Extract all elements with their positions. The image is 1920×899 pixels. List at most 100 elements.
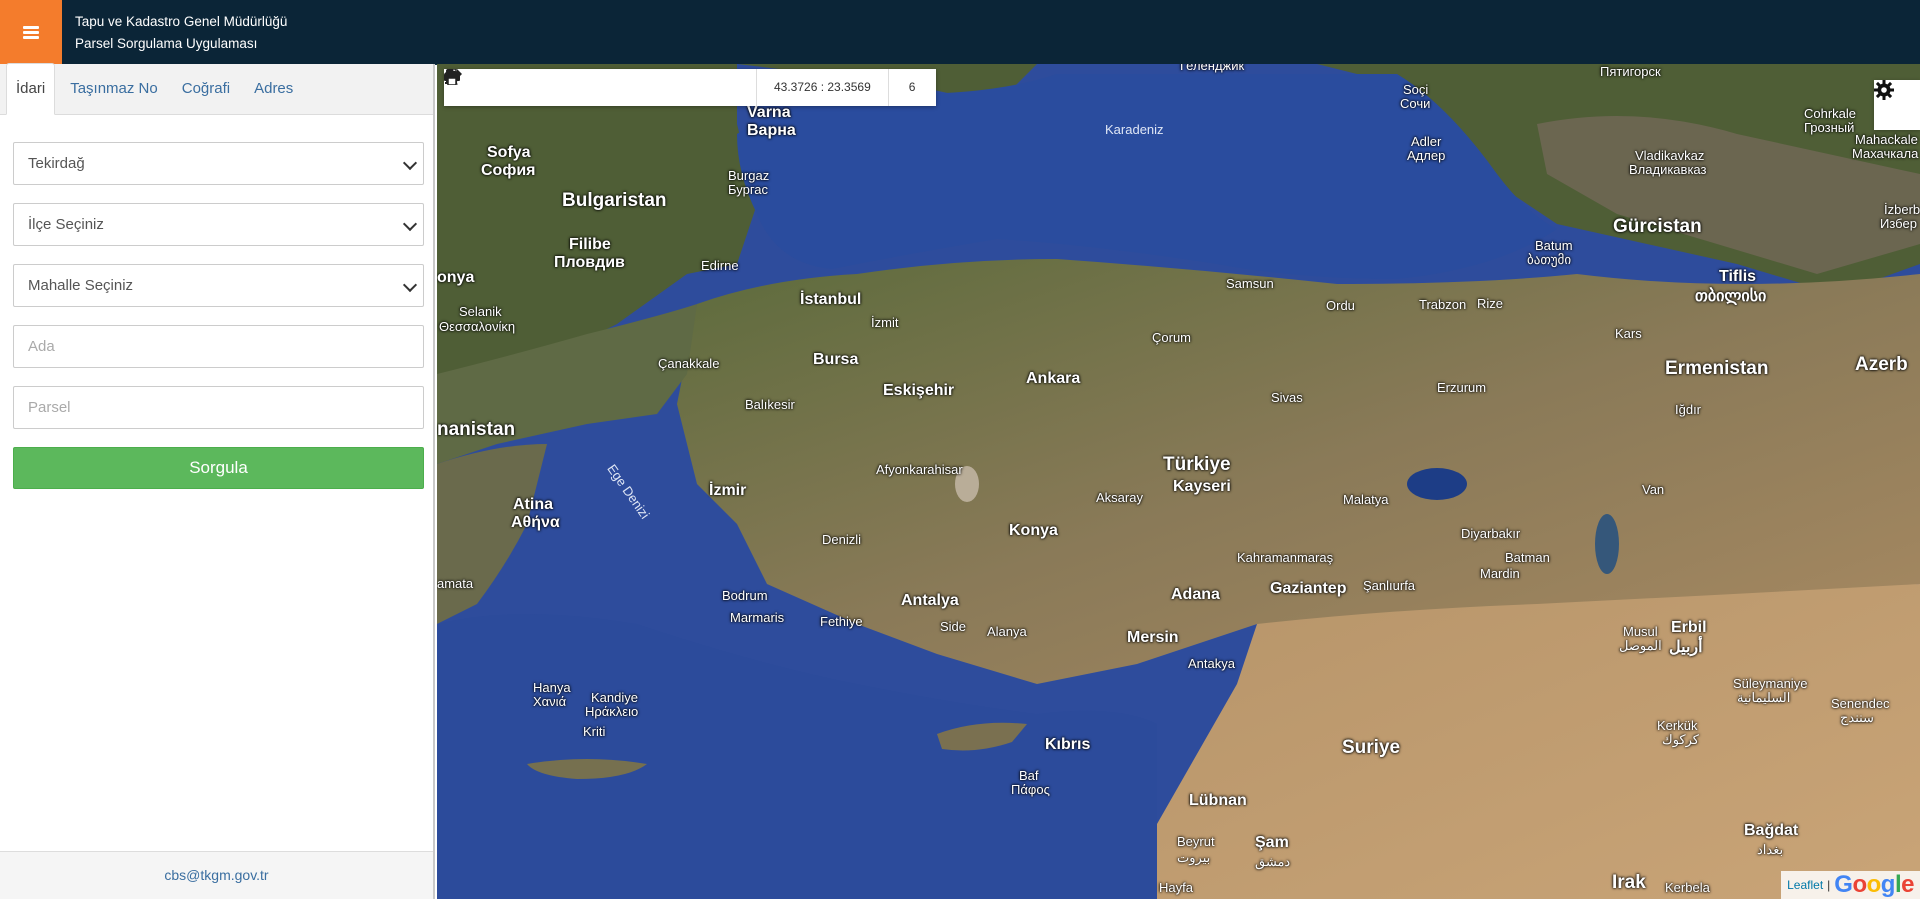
map-label-karadeniz: Karadeniz bbox=[1105, 122, 1164, 137]
map-label-mahackale-cyr: Махачкала bbox=[1852, 146, 1919, 161]
map-label-kerkuk-ar: كركوك bbox=[1662, 732, 1699, 747]
map-attribution: Leaflet | Google bbox=[1781, 871, 1920, 899]
parsel-input[interactable]: Parsel bbox=[13, 386, 424, 429]
print-icon bbox=[444, 69, 460, 85]
measure-button[interactable] bbox=[444, 69, 717, 106]
map-label-istanbul: İstanbul bbox=[800, 291, 862, 308]
map-label-eskisehir: Eskişehir bbox=[883, 382, 955, 399]
map-label-burgaz: Burgaz bbox=[728, 168, 770, 183]
map-label-filibe: Filibe bbox=[569, 236, 611, 253]
map-label-ordu: Ordu bbox=[1326, 298, 1355, 313]
settings-button[interactable] bbox=[1874, 80, 1920, 130]
map-label-beyrut-ar: بيروت bbox=[1177, 850, 1211, 865]
map-label-soci-cyr: Сочи bbox=[1400, 96, 1431, 111]
tab-idari[interactable]: İdari bbox=[6, 63, 56, 115]
map-label-antakya: Antakya bbox=[1188, 656, 1235, 671]
tab-adres[interactable]: Adres bbox=[245, 64, 302, 114]
map-label-azerb: Azerb bbox=[1855, 354, 1908, 375]
query-form: Tekirdağ İlçe Seçiniz Mahalle Seçiniz Ad… bbox=[13, 142, 424, 489]
map-label-kibris: Kıbrıs bbox=[1045, 736, 1091, 753]
map-label-ermenistan: Ermenistan bbox=[1665, 358, 1769, 379]
ada-input[interactable]: Ada bbox=[13, 325, 424, 368]
sidebar: İdari Taşınmaz No Coğrafi Adres Tekirdağ… bbox=[0, 63, 435, 899]
map-label-rize: Rize bbox=[1477, 296, 1504, 311]
map-label-bulgaristan: Bulgaristan bbox=[562, 190, 667, 211]
map-label-aksaray: Aksaray bbox=[1096, 490, 1143, 505]
map-label-konya: Konya bbox=[1009, 522, 1058, 539]
locate-button[interactable] bbox=[444, 69, 600, 106]
sorgula-button[interactable]: Sorgula bbox=[13, 447, 424, 489]
app-title: Tapu ve Kadastro Genel Müdürlüğü Parsel … bbox=[75, 11, 287, 55]
map-label-marmaris: Marmaris bbox=[730, 610, 785, 625]
refresh-button[interactable] bbox=[445, 69, 561, 106]
map-label-diyarbakir: Diyarbakır bbox=[1461, 526, 1521, 541]
map-label-kars: Kars bbox=[1615, 326, 1642, 341]
map-label-vladikavkaz-cyr: Владикавказ bbox=[1629, 162, 1707, 177]
coordinate-readout: 43.3726 : 23.3569 bbox=[756, 69, 889, 106]
map-label-sofya: Sofya bbox=[487, 144, 531, 161]
parsel-placeholder: Parsel bbox=[28, 399, 71, 416]
map-label-canakkale: Çanakkale bbox=[658, 356, 720, 371]
tab-tasinmaz-no[interactable]: Taşınmaz No bbox=[61, 64, 167, 114]
tab-cografi[interactable]: Coğrafi bbox=[173, 64, 239, 114]
map-label-adana: Adana bbox=[1171, 586, 1220, 603]
map-label-corum: Çorum bbox=[1152, 330, 1192, 345]
favorite-button[interactable] bbox=[444, 69, 678, 106]
contact-email-link[interactable]: cbs@tkgm.gov.tr bbox=[164, 867, 268, 883]
map-label-baf-gr: Πάφος bbox=[1011, 782, 1050, 797]
map-label-cohrkale: Cohrkale bbox=[1804, 106, 1857, 121]
leaflet-link[interactable]: Leaflet bbox=[1787, 878, 1823, 892]
app-title-line2: Parsel Sorgulama Uygulaması bbox=[75, 36, 258, 51]
il-select-value: Tekirdağ bbox=[28, 155, 85, 172]
map-label-amata: amata bbox=[437, 576, 474, 591]
map-label-irak: Irak bbox=[1612, 872, 1646, 893]
map-label-antalya: Antalya bbox=[901, 592, 959, 609]
zoom-out-button[interactable] bbox=[444, 69, 522, 106]
map-label-suleymaniye: Süleymaniye bbox=[1733, 676, 1808, 691]
mahalle-select-value: Mahalle Seçiniz bbox=[28, 277, 134, 294]
chevron-down-icon bbox=[402, 155, 418, 171]
print-button[interactable] bbox=[444, 69, 756, 106]
map-label-van: Van bbox=[1642, 482, 1665, 497]
map-label-vladikavkaz: Vladikavkaz bbox=[1635, 148, 1705, 163]
ilce-select[interactable]: İlçe Seçiniz bbox=[13, 203, 424, 246]
map-label-plovdiv: Пловдив bbox=[554, 254, 625, 271]
map-label-kandiye: Kandiye bbox=[591, 690, 638, 705]
map-label-samsun: Samsun bbox=[1226, 276, 1274, 291]
map-label-sofya-cyr: София bbox=[481, 162, 536, 179]
map-label-mardin: Mardin bbox=[1480, 566, 1520, 581]
sidebar-footer: cbs@tkgm.gov.tr bbox=[0, 851, 433, 899]
map-label-suleymaniye-ar: السليمانية bbox=[1737, 690, 1791, 705]
map-label-gelendzhik: Геленджик bbox=[1180, 64, 1245, 73]
map-label-erbil-ar: أربيل bbox=[1669, 639, 1703, 656]
map-label-kerkuk: Kerkük bbox=[1657, 718, 1698, 733]
map-label-pyatigorsk: Пятигорск bbox=[1600, 64, 1661, 79]
map-label-mersin: Mersin bbox=[1127, 629, 1179, 646]
map-label-kandiye-gr: Ηράκλειο bbox=[585, 704, 639, 719]
map-label-fethiye: Fethiye bbox=[820, 614, 863, 629]
ilce-select-value: İlçe Seçiniz bbox=[28, 216, 104, 233]
map-label-izmit: İzmit bbox=[871, 315, 899, 330]
map-label-ankara: Ankara bbox=[1026, 370, 1081, 387]
il-select[interactable]: Tekirdağ bbox=[13, 142, 424, 185]
map-label-bodrum: Bodrum bbox=[722, 588, 768, 603]
map-label-selanik-gr: Θεσσαλονίκη bbox=[439, 319, 516, 334]
map-view[interactable]: Karadeniz Varna Варна Sofya София Bulgar… bbox=[437, 64, 1920, 899]
map-toolbar: 43.3726 : 23.3569 6 bbox=[444, 69, 937, 106]
attribution-separator: | bbox=[1827, 878, 1831, 892]
map-label-sanliurfa: Şanlıurfa bbox=[1363, 578, 1416, 593]
map-label-batman: Batman bbox=[1505, 550, 1550, 565]
mahalle-select[interactable]: Mahalle Seçiniz bbox=[13, 264, 424, 307]
zoom-level-readout: 6 bbox=[908, 80, 916, 94]
map-label-bagdat-ar: بغداد bbox=[1757, 842, 1784, 857]
map-label-adler: Adler bbox=[1411, 134, 1442, 149]
map-label-sam: Şam bbox=[1255, 834, 1289, 851]
map-label-turkiye: Türkiye bbox=[1163, 454, 1231, 475]
map-label-batum: Batum bbox=[1535, 238, 1573, 253]
info-button[interactable] bbox=[445, 69, 639, 106]
map-label-erbil: Erbil bbox=[1671, 619, 1707, 636]
chevron-down-icon bbox=[402, 277, 418, 293]
map-label-varna: Varna bbox=[747, 104, 791, 121]
menu-button[interactable] bbox=[0, 0, 62, 64]
map-label-baf: Baf bbox=[1019, 768, 1039, 783]
